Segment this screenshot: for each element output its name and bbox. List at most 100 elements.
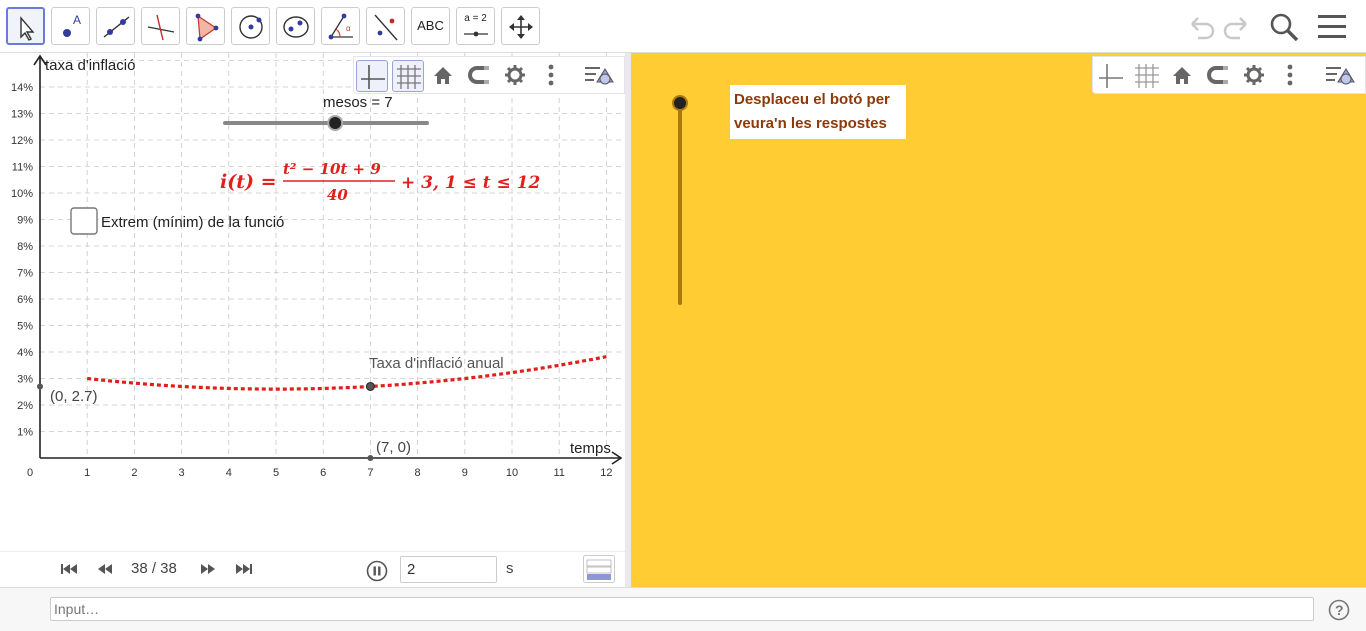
toolbar: A α ABC a = 2 — [0, 0, 1366, 53]
point-tool-button[interactable]: A — [51, 7, 90, 45]
show-grid-button[interactable] — [392, 60, 424, 92]
graphics-menu-toggle-2[interactable] — [1323, 60, 1355, 92]
svg-text:?: ? — [1335, 602, 1344, 618]
graphics-view[interactable]: 0 1 2 3 4 5 6 7 8 9 10 11 12 1% 2% 3% 4% 5% 6% 7% 8% 9% 10% 11… — [0, 53, 625, 551]
x-tick-labels: 0 1 2 3 4 5 6 7 8 9 10 11 12 — [27, 467, 613, 479]
undo-button[interactable] — [1184, 10, 1218, 44]
home-button-2[interactable] — [1167, 60, 1199, 92]
slider-label: mesos = 7 — [323, 94, 393, 111]
more-vertical-icon — [548, 64, 554, 86]
help-icon[interactable]: ? — [1328, 599, 1350, 621]
y-tick-label: 3% — [17, 374, 33, 386]
undo-icon — [1191, 17, 1215, 40]
y-point-label: (0, 2.7) — [50, 388, 98, 405]
y-tick-label: 12% — [11, 135, 33, 147]
x-tick-label: 8 — [415, 467, 421, 479]
style-bar — [353, 56, 625, 94]
redo-icon — [1223, 17, 1247, 40]
text-tool-button[interactable]: ABC — [411, 7, 450, 45]
ellipse-icon — [283, 16, 309, 38]
gear-icon — [1244, 65, 1264, 85]
y-tick-label: 7% — [17, 268, 33, 280]
x-tick-label: 12 — [600, 467, 612, 479]
magnet-icon — [468, 66, 489, 84]
more-options-button-2[interactable] — [1275, 60, 1307, 92]
grid-icon — [1135, 64, 1159, 88]
formula-numerator: t² − 10t + 9 — [283, 160, 381, 178]
show-axes-button-2[interactable] — [1095, 60, 1127, 92]
show-axes-button[interactable] — [356, 60, 388, 92]
home-button[interactable] — [428, 60, 460, 92]
graph-canvas[interactable]: 0 1 2 3 4 5 6 7 8 9 10 11 12 1%2%3%4%5%6%7%8%9%10%11… — [0, 53, 625, 551]
text-tool-label: ABC — [417, 18, 444, 33]
settings-button[interactable] — [500, 60, 532, 92]
show-grid-button-2[interactable] — [1131, 60, 1163, 92]
more-options-button[interactable] — [536, 60, 568, 92]
circle-icon — [239, 15, 263, 39]
speed-unit: s — [506, 560, 514, 577]
ellipse-tool-button[interactable] — [276, 7, 315, 45]
axes-icon — [1099, 64, 1123, 88]
x-tick-label: 10 — [506, 467, 518, 479]
last-frame-icon[interactable] — [235, 561, 253, 577]
animation-playbar: 38 / 38 s — [0, 551, 625, 587]
y-tick-label: 5% — [17, 321, 33, 333]
answer-text: Desplaceu el botó per veura'n les respos… — [730, 85, 906, 139]
slider-tool-button[interactable]: a = 2 — [456, 7, 495, 45]
y-tick-label: 1% — [17, 427, 33, 439]
pause-icon[interactable] — [366, 560, 388, 582]
gear-icon — [505, 65, 525, 85]
answer-slider-knob[interactable] — [672, 95, 688, 111]
speed-input[interactable] — [400, 556, 497, 583]
graphics-menu-toggle[interactable] — [582, 60, 614, 92]
point-icon: A — [63, 13, 81, 37]
inflation-curve[interactable] — [87, 355, 607, 391]
mesos-slider-knob[interactable] — [327, 115, 344, 131]
y-tick-label: 4% — [17, 347, 33, 359]
arrow-cursor-icon — [20, 16, 35, 41]
curve-point[interactable] — [365, 381, 375, 391]
magnet-button[interactable] — [464, 60, 496, 92]
circle-tool-button[interactable] — [231, 7, 270, 45]
algebra-input[interactable] — [50, 597, 1314, 621]
redo-button[interactable] — [1220, 10, 1254, 44]
x-tick-label: 9 — [462, 467, 468, 479]
search-button[interactable] — [1267, 10, 1301, 44]
axes — [33, 54, 623, 465]
input-bar: ? — [0, 587, 1366, 631]
perpendicular-tool-button[interactable] — [141, 7, 180, 45]
reflect-icon — [374, 14, 398, 41]
magnet-button-2[interactable] — [1203, 60, 1235, 92]
axes-icon — [361, 65, 385, 89]
x-tick-label: 5 — [273, 467, 279, 479]
y-tick-label: 2% — [17, 400, 33, 412]
reflect-tool-button[interactable] — [366, 7, 405, 45]
algebra-view-toggle-icon[interactable] — [583, 555, 615, 583]
settings-button-2[interactable] — [1239, 60, 1271, 92]
move-graphics-tool-button[interactable] — [501, 7, 540, 45]
more-vertical-icon — [1287, 64, 1293, 86]
polygon-tool-button[interactable] — [186, 7, 225, 45]
curve-label: Taxa d'inflació anual — [369, 355, 504, 372]
graphics-view-icon — [585, 67, 614, 85]
previous-frame-icon[interactable] — [96, 561, 114, 577]
y-tick-labels: 1% 2% 3% 4% 5% 6% 7% 8% 9% 10% 11% 12% 13% 14% — [11, 82, 33, 439]
grid-icon — [397, 65, 421, 89]
move-tool-button[interactable] — [6, 7, 45, 45]
x-tick-label: 6 — [320, 467, 326, 479]
angle-tool-button[interactable]: α — [321, 7, 360, 45]
next-frame-icon[interactable] — [199, 561, 217, 577]
x-tick-label: 11 — [553, 467, 564, 479]
extrem-checkbox[interactable] — [70, 207, 98, 235]
y-axis-point[interactable] — [37, 383, 43, 390]
x-tick-label: 3 — [179, 467, 185, 479]
move-arrows-icon — [509, 15, 533, 39]
line-icon — [103, 16, 130, 38]
menu-button[interactable] — [1315, 10, 1349, 44]
polygon-icon — [195, 13, 219, 42]
x-tick-label: 0 — [27, 467, 33, 479]
x-axis-point[interactable] — [367, 455, 374, 461]
line-tool-button[interactable] — [96, 7, 135, 45]
graphics-view-2[interactable]: Desplaceu el botó per veura'n les respos… — [631, 53, 1366, 587]
first-frame-icon[interactable] — [60, 561, 78, 577]
